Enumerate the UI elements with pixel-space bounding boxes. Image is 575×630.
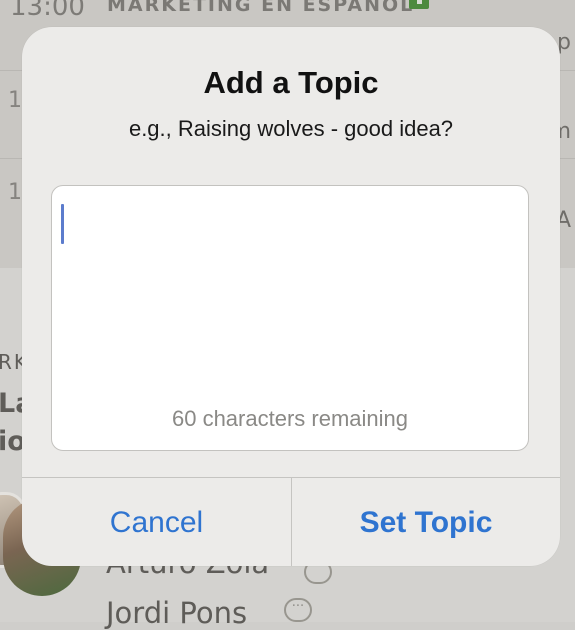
characters-remaining: 60 characters remaining [171,406,408,431]
flag-icon [409,0,429,9]
schedule-hour: 1 [8,88,22,113]
dialog-message: e.g., Raising wolves - good idea? [128,116,454,141]
schedule-hour: 1 [8,180,22,205]
dialog-button-bar: Cancel Set Topic [22,477,560,566]
set-topic-button[interactable]: Set Topic [292,478,560,566]
cancel-button[interactable]: Cancel [22,478,291,566]
add-topic-dialog: Add a Topic e.g., Raising wolves - good … [22,27,560,566]
schedule-time: 13:00 [10,0,85,22]
topic-input[interactable]: 60 characters remaining [51,185,529,451]
speaker-name: Jordi Pons [106,596,248,630]
text-caret [61,204,64,244]
schedule-section-heading: MARKETING EN ESPAÑOL [107,0,415,16]
more-options-icon: ··· [284,598,312,622]
dialog-title: Add a Topic [203,65,379,100]
